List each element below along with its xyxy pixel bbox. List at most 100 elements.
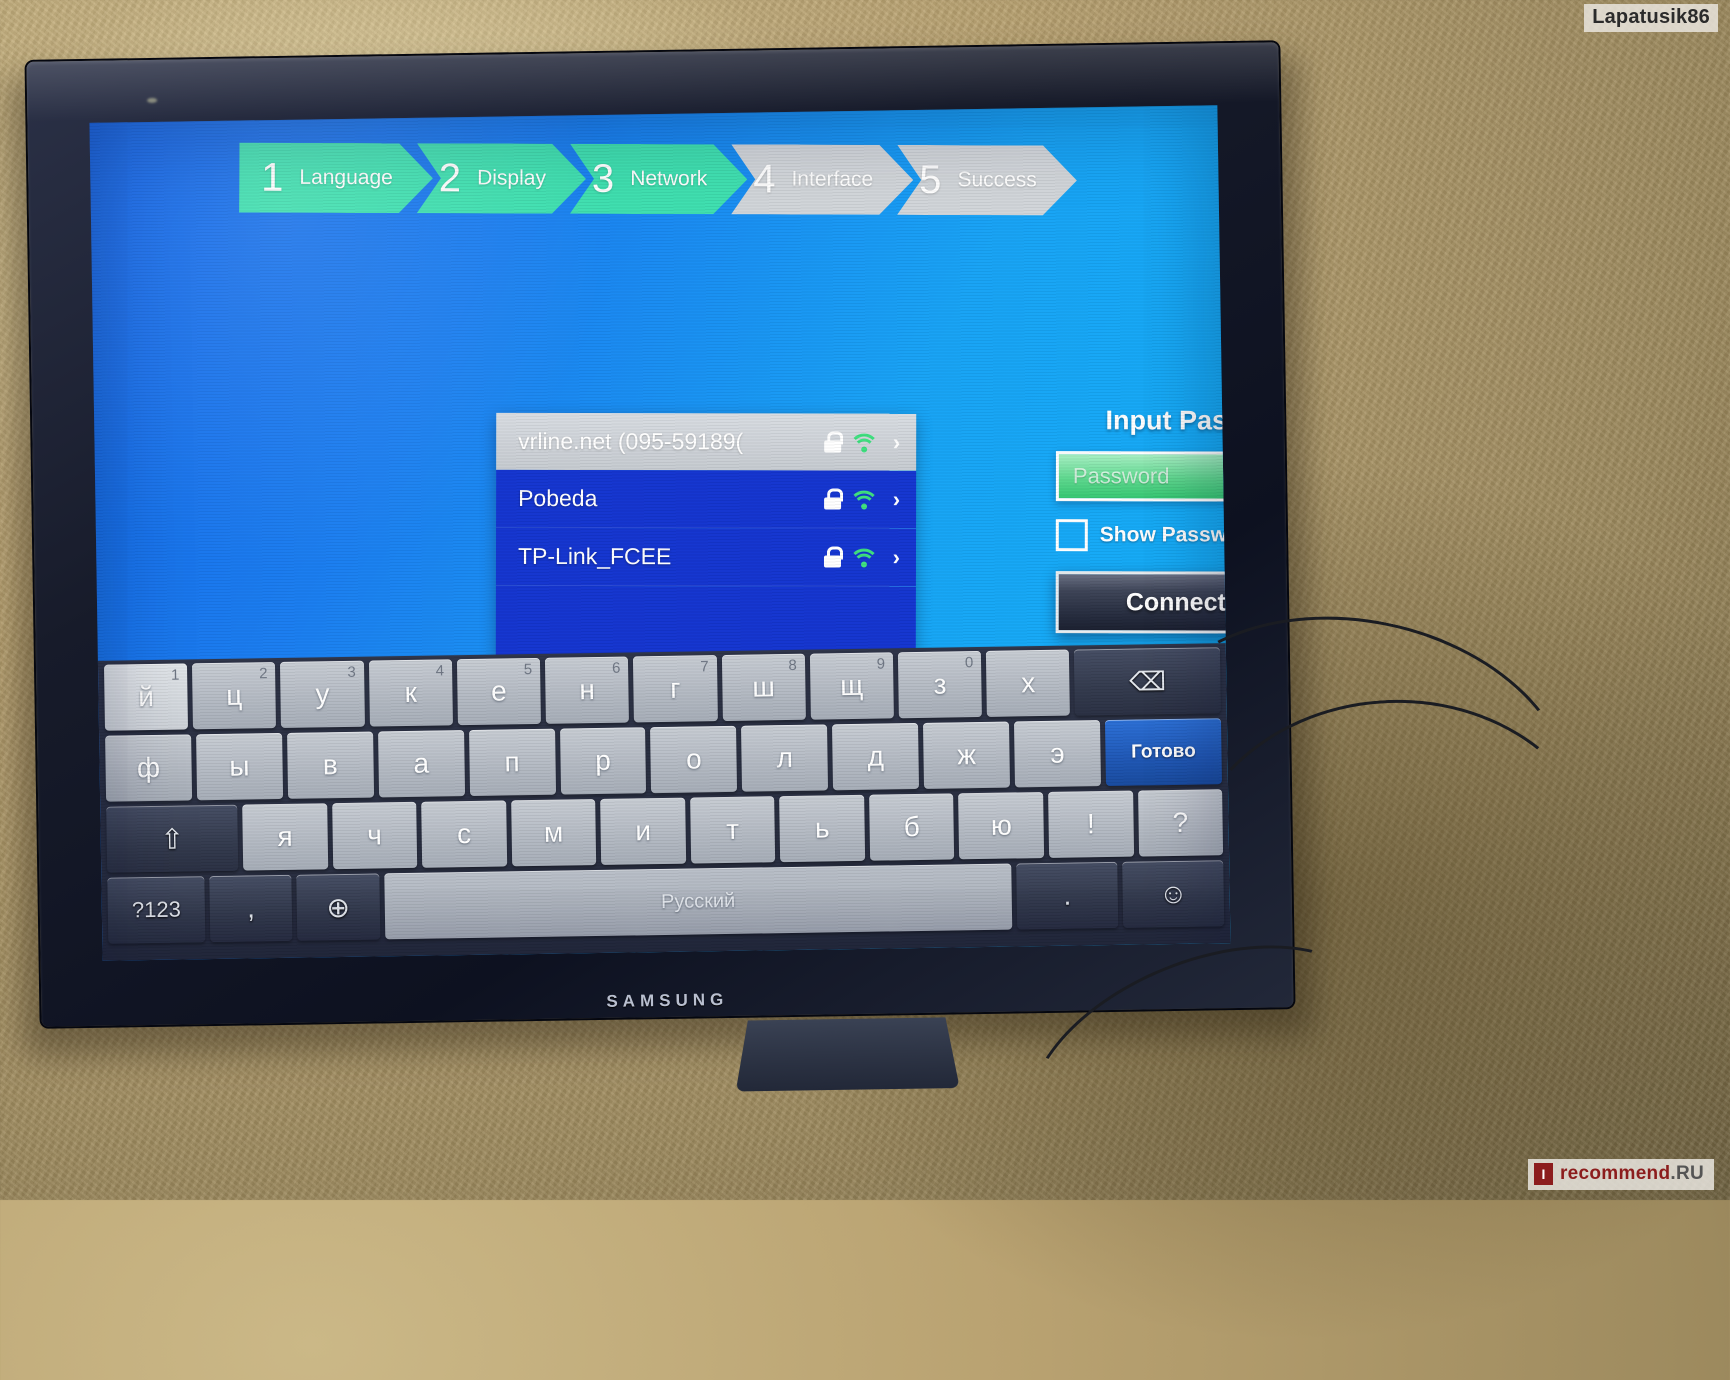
key-i[interactable]: и xyxy=(600,797,686,865)
key-de[interactable]: д xyxy=(832,722,920,791)
key-soft-sign[interactable]: ь xyxy=(779,794,866,863)
key-label: ж xyxy=(956,739,977,771)
key-ie[interactable]: 5 е xyxy=(456,657,542,726)
key-te[interactable]: т xyxy=(689,796,776,864)
key-el[interactable]: л xyxy=(741,724,829,792)
key-label: н xyxy=(579,674,596,706)
key-tse[interactable]: 2 ц xyxy=(192,662,277,730)
key-shcha[interactable]: 9 щ xyxy=(809,652,894,720)
key-o[interactable]: о xyxy=(650,725,738,794)
key-label: ю xyxy=(990,809,1013,841)
key-label: б xyxy=(903,810,921,843)
comma-key[interactable]: , xyxy=(209,874,293,943)
password-panel: Input Password Password Show Password Co… xyxy=(1055,405,1231,634)
wizard-step-display[interactable]: 2 Display xyxy=(417,143,586,214)
step-number: 3 xyxy=(591,156,615,201)
key-yeru[interactable]: ы xyxy=(195,732,283,801)
network-row[interactable]: Pobeda › xyxy=(496,469,917,529)
shift-key[interactable]: ⇧ xyxy=(106,804,239,873)
key-label: п xyxy=(504,746,520,778)
numbers-symbols-key[interactable]: ?123 xyxy=(107,876,206,944)
network-row-selected[interactable]: vrline.net (095-59189( › xyxy=(496,412,917,471)
keyboard-row-4: ?123 , ⊕ Русский . ☺ xyxy=(103,860,1228,944)
checkbox-box-icon xyxy=(1055,519,1088,552)
key-ve[interactable]: в xyxy=(286,731,374,799)
keyboard-row-2: ф ы в а п р о л д ж э Готово xyxy=(101,718,1226,802)
key-exclamation[interactable]: ! xyxy=(1048,790,1134,858)
key-ka[interactable]: 4 к xyxy=(368,659,453,727)
key-a[interactable]: а xyxy=(377,730,465,798)
key-label: ц xyxy=(226,679,243,711)
wizard-step-language[interactable]: 1 Language xyxy=(239,143,433,214)
step-label: Network xyxy=(630,166,708,191)
key-sha[interactable]: 8 ш xyxy=(721,653,806,722)
chevron-right-icon[interactable]: › xyxy=(893,429,900,455)
globe-language-key[interactable]: ⊕ xyxy=(296,873,380,941)
key-superscript: 1 xyxy=(170,666,180,684)
key-label: ь xyxy=(814,812,830,844)
key-ef[interactable]: ф xyxy=(105,734,193,802)
keyboard-row-1: 1 й 2 ц 3 у 4 к 5 е 6 н 7 г 8 ш 9 щ 0 з … xyxy=(100,647,1225,731)
key-yu[interactable]: ю xyxy=(958,792,1045,860)
key-label: е xyxy=(490,675,507,707)
key-em[interactable]: м xyxy=(510,799,597,867)
key-label: о xyxy=(685,743,702,775)
network-ssid: vrline.net (095-59189( xyxy=(518,427,744,455)
wifi-signal-icon xyxy=(848,489,879,521)
key-label: щ xyxy=(839,669,864,702)
key-superscript: 4 xyxy=(435,662,445,680)
connect-now-label: Connect Now xyxy=(1125,587,1231,616)
lock-icon xyxy=(823,488,844,510)
key-label: с xyxy=(456,818,472,850)
step-number: 4 xyxy=(753,157,776,202)
chevron-right-icon[interactable]: › xyxy=(893,544,900,570)
on-screen-keyboard: 1 й 2 ц 3 у 4 к 5 е 6 н 7 г 8 ш 9 щ 0 з … xyxy=(97,643,1231,961)
tv-screen: 1 Language 2 Display 3 Network 4 Interfa… xyxy=(89,105,1231,961)
connect-now-button[interactable]: Connect Now xyxy=(1055,571,1231,634)
wizard-step-interface[interactable]: 4 Interface xyxy=(731,144,913,215)
key-en[interactable]: 6 н xyxy=(545,656,630,724)
key-label: р xyxy=(594,744,612,777)
key-label: ш xyxy=(752,671,776,703)
wizard-step-network[interactable]: 3 Network xyxy=(570,144,748,215)
step-label: Interface xyxy=(791,167,874,191)
key-che[interactable]: ч xyxy=(331,801,418,870)
key-label: ф xyxy=(136,751,161,784)
key-pe[interactable]: п xyxy=(468,728,556,797)
chevron-right-icon[interactable]: › xyxy=(893,486,900,512)
key-superscript: 3 xyxy=(347,663,356,681)
step-number: 2 xyxy=(438,156,462,201)
key-label: х xyxy=(1020,667,1036,699)
key-ghe[interactable]: 7 г xyxy=(633,655,718,723)
key-label: т xyxy=(726,813,740,845)
key-es[interactable]: с xyxy=(421,800,507,868)
password-input[interactable]: Password xyxy=(1055,451,1231,502)
step-label: Success xyxy=(957,168,1037,192)
key-superscript: 2 xyxy=(259,665,268,683)
key-er[interactable]: р xyxy=(559,727,647,795)
key-ya-short[interactable]: 1 й xyxy=(103,663,189,731)
watermark-recommend: I recommend.RU xyxy=(1527,1159,1714,1190)
key-ha[interactable]: х xyxy=(986,649,1071,717)
show-password-checkbox[interactable]: Show Password xyxy=(1055,519,1230,552)
step-number: 5 xyxy=(919,157,942,203)
password-panel-title: Input Password xyxy=(1105,405,1231,436)
key-e[interactable]: э xyxy=(1014,720,1101,788)
wizard-step-success[interactable]: 5 Success xyxy=(897,145,1077,216)
watermark-username: Lapatusik86 xyxy=(1584,4,1718,32)
space-key[interactable]: Русский xyxy=(383,863,1013,940)
period-key[interactable]: . xyxy=(1016,861,1119,930)
key-superscript: 7 xyxy=(700,658,709,676)
key-label: я xyxy=(277,820,293,853)
network-row[interactable]: TP-Link_FCEE › xyxy=(495,527,917,587)
keyboard-language-label: Русский xyxy=(660,889,736,913)
wifi-signal-icon xyxy=(848,432,879,464)
tv-bezel: SAMSUNG 1 Language 2 Display 3 Network 4… xyxy=(26,42,1294,1027)
key-label: к xyxy=(404,676,418,709)
key-be[interactable]: б xyxy=(868,793,955,861)
network-ssid: TP-Link_FCEE xyxy=(517,542,672,570)
key-ze[interactable]: 0 з xyxy=(897,650,983,719)
key-u[interactable]: 3 у xyxy=(280,660,365,728)
key-ya[interactable]: я xyxy=(242,803,328,871)
key-zhe[interactable]: ж xyxy=(923,721,1011,789)
